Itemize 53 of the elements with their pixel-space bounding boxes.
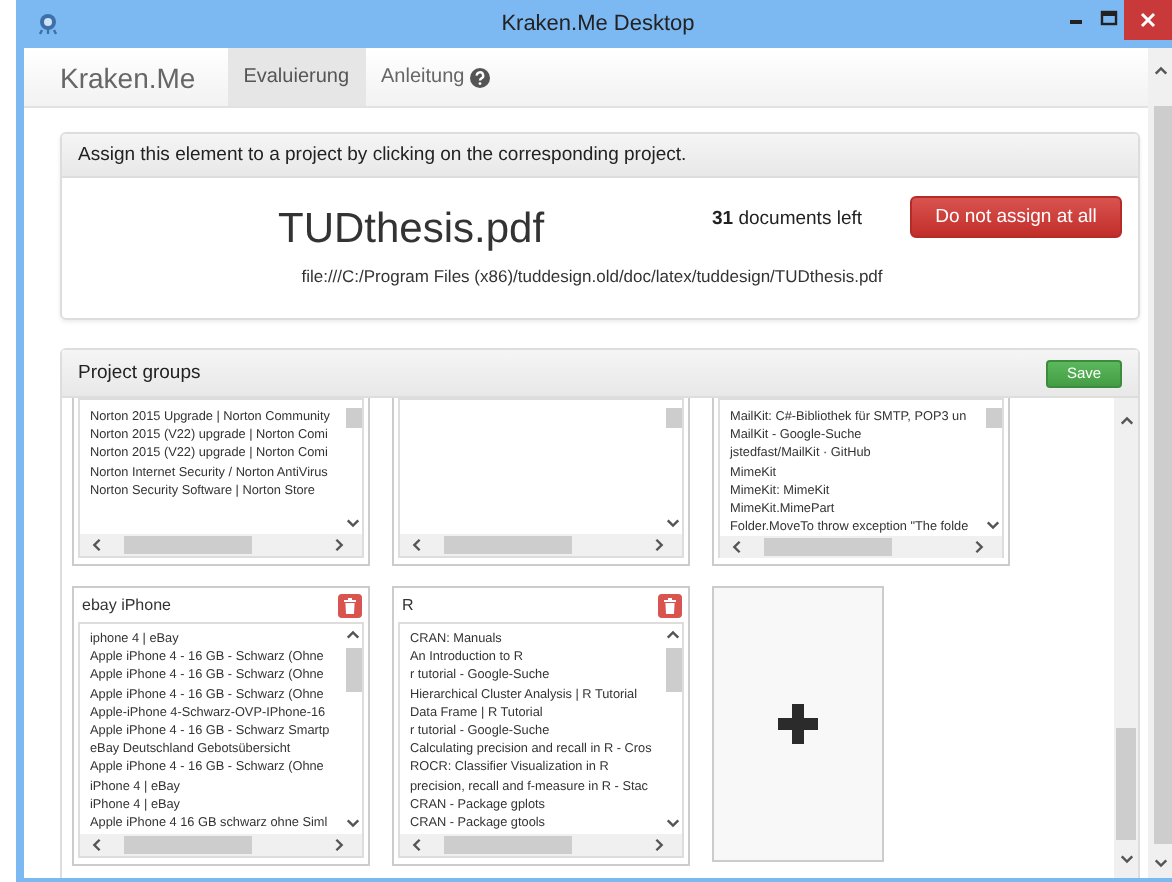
scrollbar[interactable] <box>80 834 362 856</box>
scrollbar-thumb[interactable] <box>1154 106 1172 844</box>
app-icon <box>36 12 60 36</box>
help-icon <box>470 67 491 87</box>
scrollbar-thumb[interactable] <box>345 648 361 692</box>
scrollbar[interactable] <box>1148 48 1172 878</box>
group-title: ebay iPhone <box>82 596 171 614</box>
scrollbar-thumb[interactable] <box>124 536 252 554</box>
scrollbar[interactable] <box>1114 398 1138 878</box>
chevron-icon <box>346 628 360 642</box>
window-title: Kraken.Me Desktop <box>501 12 695 36</box>
scrollbar-thumb[interactable] <box>665 648 681 692</box>
chevron-icon <box>1119 414 1133 428</box>
chevron-icon <box>1119 852 1133 866</box>
nav-tab[interactable]: Anleitung <box>365 48 507 106</box>
scrollbar-thumb[interactable] <box>444 836 572 854</box>
chevron-icon <box>666 628 680 642</box>
scrollbar-thumb[interactable] <box>665 408 681 428</box>
plus-icon <box>778 704 818 744</box>
trash-icon <box>344 597 356 613</box>
document-title: TUDthesis.pdf <box>276 204 547 254</box>
add-group-button[interactable] <box>714 588 882 860</box>
maximize-icon <box>1099 10 1117 26</box>
documents-left-text: 31 documents left <box>712 206 864 230</box>
chevron-icon <box>1153 64 1167 78</box>
document-path: file:///C:/Program Files (x86)/tuddesign.old/doc/latex/tuddesign/TUDthesis.pdf <box>301 266 883 286</box>
delete-button[interactable] <box>338 593 362 617</box>
instruction-text: Assign this element to a project by clicking on the corresponding project. <box>78 144 687 166</box>
brand-link[interactable]: Kraken.Me <box>60 61 196 93</box>
close-icon <box>1140 12 1156 28</box>
scrollbar[interactable] <box>400 534 682 556</box>
trash-icon <box>664 597 676 613</box>
scrollbar-thumb[interactable] <box>124 836 252 854</box>
chevron-icon <box>90 838 104 852</box>
scrollbar[interactable] <box>720 536 1002 559</box>
chevron-icon <box>410 538 424 552</box>
close-button[interactable] <box>1124 0 1172 40</box>
scrollbar-thumb[interactable] <box>764 538 892 557</box>
chevron-icon <box>1153 856 1167 870</box>
scrollbar-thumb[interactable] <box>444 536 572 554</box>
delete-button[interactable] <box>658 593 682 617</box>
scrollbar[interactable] <box>400 834 682 856</box>
chevron-icon <box>410 838 424 852</box>
scrollbar-thumb[interactable] <box>1116 728 1136 840</box>
chevron-icon <box>730 540 744 555</box>
nav-tab[interactable]: Evaluierung <box>227 48 366 106</box>
chevron-icon <box>90 538 104 552</box>
scrollbar-thumb[interactable] <box>345 408 361 428</box>
group-title: R <box>402 596 414 614</box>
do-not-assign-button[interactable]: Do not assign at all <box>910 196 1122 238</box>
scrollbar[interactable] <box>80 534 362 556</box>
scrollbar-thumb[interactable] <box>985 408 1001 428</box>
panel-title: Project groups <box>78 362 201 384</box>
